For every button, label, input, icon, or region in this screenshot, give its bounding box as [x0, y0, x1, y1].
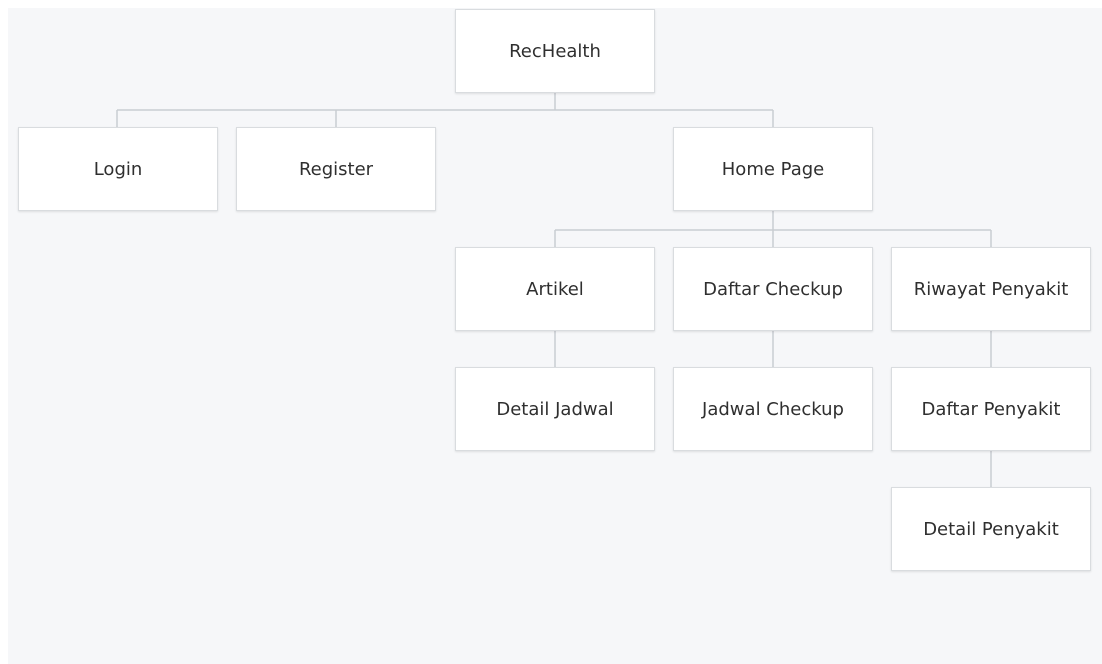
sitemap-canvas: RecHealth Login Register Home Page Artik…: [0, 0, 1102, 664]
node-detail-penyakit[interactable]: Detail Penyakit: [891, 487, 1091, 571]
node-riwayat-penyakit[interactable]: Riwayat Penyakit: [891, 247, 1091, 331]
node-rechealth[interactable]: RecHealth: [455, 9, 655, 93]
node-detail-jadwal[interactable]: Detail Jadwal: [455, 367, 655, 451]
node-artikel[interactable]: Artikel: [455, 247, 655, 331]
node-register[interactable]: Register: [236, 127, 436, 211]
node-jadwal-checkup[interactable]: Jadwal Checkup: [673, 367, 873, 451]
node-home-page[interactable]: Home Page: [673, 127, 873, 211]
node-daftar-checkup[interactable]: Daftar Checkup: [673, 247, 873, 331]
node-daftar-penyakit[interactable]: Daftar Penyakit: [891, 367, 1091, 451]
node-login[interactable]: Login: [18, 127, 218, 211]
